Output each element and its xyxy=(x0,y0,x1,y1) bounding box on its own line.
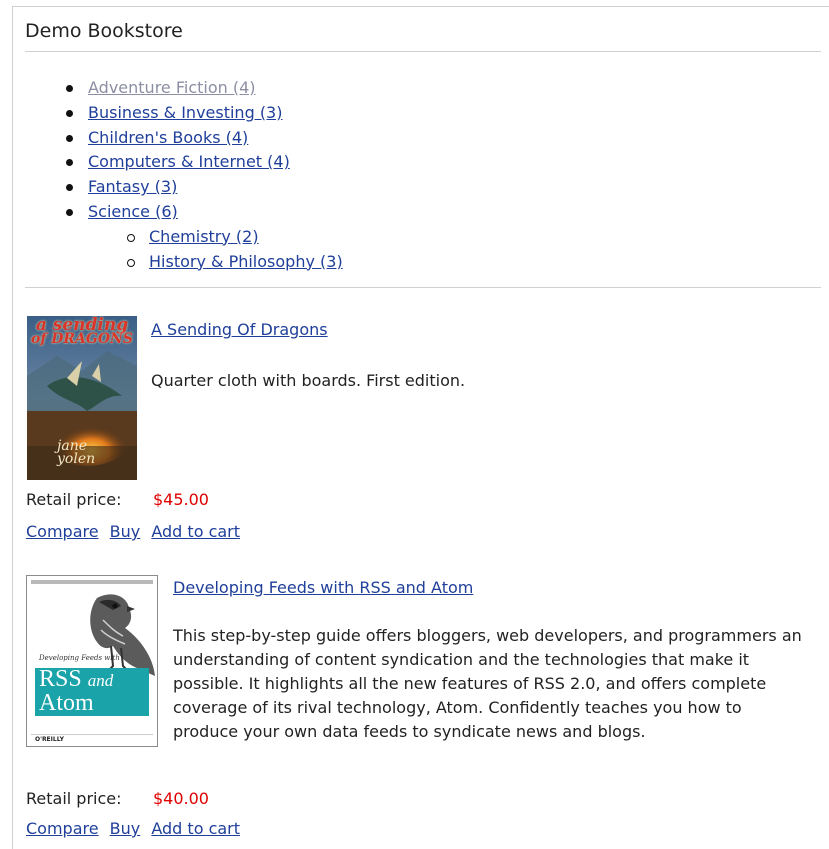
cover-main-word: RSS xyxy=(39,666,82,692)
product-description: This step-by-step guide offers bloggers,… xyxy=(173,626,802,741)
cover-main-title: RSS and Atom xyxy=(39,666,114,716)
cover-publisher: O'REILLY xyxy=(35,736,64,743)
divider xyxy=(25,287,821,288)
bullet-icon xyxy=(66,134,73,142)
product-actions: Compare Buy Add to cart xyxy=(26,819,246,838)
category-link-science[interactable]: Science (6) xyxy=(88,202,178,222)
category-link-childrens-books[interactable]: Children's Books (4) xyxy=(88,128,248,148)
cover-main-line: RSS and xyxy=(39,666,114,692)
book-cover-image[interactable]: a sending of DRAGONS jane yolen xyxy=(27,316,137,480)
category-link-adventure-fiction[interactable]: Adventure Fiction (4) xyxy=(88,78,256,98)
product-title-link[interactable]: A Sending Of Dragons xyxy=(151,320,328,339)
bullet-icon xyxy=(66,208,73,216)
circle-bullet-icon xyxy=(127,233,135,242)
cover-author-text: jane yolen xyxy=(57,439,96,467)
compare-link[interactable]: Compare xyxy=(26,522,99,541)
price-label: Retail price: xyxy=(26,789,122,808)
category-link-computers-internet[interactable]: Computers & Internet (4) xyxy=(88,152,290,172)
price-label: Retail price: xyxy=(26,490,122,509)
category-link-business-investing[interactable]: Business & Investing (3) xyxy=(88,103,282,123)
price-value: $40.00 xyxy=(153,789,209,808)
cover-small-title: Developing Feeds with xyxy=(39,654,120,662)
category-link-fantasy[interactable]: Fantasy (3) xyxy=(88,177,177,197)
buy-link[interactable]: Buy xyxy=(110,819,141,838)
circle-bullet-icon xyxy=(127,258,135,267)
divider xyxy=(25,51,821,52)
cover-author-line: yolen xyxy=(57,451,96,467)
product-actions: Compare Buy Add to cart xyxy=(26,522,246,541)
product-title-link[interactable]: Developing Feeds with RSS and Atom xyxy=(173,578,473,597)
add-to-cart-link[interactable]: Add to cart xyxy=(151,819,240,838)
page-title: Demo Bookstore xyxy=(25,20,183,42)
bullet-icon xyxy=(66,109,73,117)
add-to-cart-link[interactable]: Add to cart xyxy=(151,522,240,541)
price-value: $45.00 xyxy=(153,490,209,509)
subcategory-link-history-philosophy[interactable]: History & Philosophy (3) xyxy=(149,252,343,272)
cover-title-line: a sending xyxy=(35,316,129,335)
buy-link[interactable]: Buy xyxy=(110,522,141,541)
product-description: Quarter cloth with boards. First edition… xyxy=(151,371,466,390)
cover-main-word: and xyxy=(87,671,114,690)
cover-title-line: of DRAGONS xyxy=(31,331,133,347)
subcategory-link-chemistry[interactable]: Chemistry (2) xyxy=(149,227,259,247)
compare-link[interactable]: Compare xyxy=(26,819,99,838)
book-cover-image[interactable]: Developing Feeds with RSS and Atom O'REI… xyxy=(26,575,158,747)
cover-main-line: Atom xyxy=(39,690,94,716)
cover-title-text: a sending of DRAGONS xyxy=(27,316,137,347)
bullet-icon xyxy=(66,85,73,92)
